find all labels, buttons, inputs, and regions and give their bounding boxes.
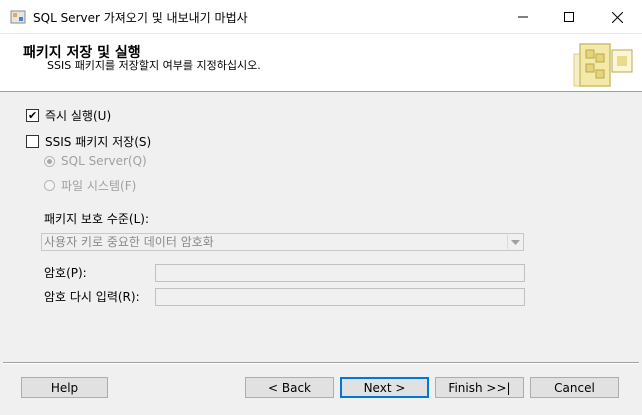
cancel-button[interactable]: Cancel — [530, 377, 619, 398]
minimize-icon — [518, 16, 528, 18]
window-title: SQL Server 가져오기 및 내보내기 마법사 — [33, 11, 248, 25]
password-confirm-label-text: 암호 다시 입력(R): — [44, 290, 140, 304]
password-label: 암호(P): — [44, 264, 87, 281]
title-bar: SQL Server 가져오기 및 내보내기 마법사 — [0, 0, 642, 34]
save-package-option[interactable]: SSIS 패키지 저장(S) — [26, 133, 151, 150]
run-now-option[interactable]: ✔ 즉시 실행(U) — [26, 107, 111, 124]
password-confirm-label: 암호 다시 입력(R): — [44, 288, 140, 305]
help-button[interactable]: Help — [21, 377, 108, 398]
dropdown-arrow-icon — [507, 235, 522, 249]
sql-server-option[interactable]: SQL Server(Q) — [44, 154, 147, 168]
protection-level-value: 사용자 키로 중요한 데이터 암호화 — [44, 235, 214, 249]
protection-level-text: 패키지 보호 수준(L): — [44, 212, 150, 226]
wizard-header: 패키지 저장 및 실행 SSIS 패키지를 저장할지 여부를 지정하십시오. — [0, 34, 642, 92]
protection-level-label: 패키지 보호 수준(L): — [44, 210, 149, 227]
protection-level-select[interactable]: 사용자 키로 중요한 데이터 암호화 — [41, 233, 524, 251]
footer-divider — [3, 362, 639, 364]
finish-button[interactable]: Finish >>| — [435, 377, 524, 398]
save-package-checkbox[interactable] — [26, 135, 39, 148]
run-now-label: 즉시 실행(U) — [45, 109, 112, 123]
password-label-text: 암호(P): — [44, 266, 87, 280]
password-field[interactable] — [155, 264, 525, 282]
maximize-button[interactable] — [546, 0, 592, 34]
sql-server-radio[interactable] — [44, 155, 55, 167]
back-button[interactable]: < Back — [245, 377, 334, 398]
radio-dot-icon — [47, 158, 52, 164]
run-now-checkbox[interactable]: ✔ — [26, 109, 39, 122]
checkmark-icon: ✔ — [28, 109, 38, 122]
wizard-graphic-icon — [573, 43, 633, 87]
page-subtitle: SSIS 패키지를 저장할지 여부를 지정하십시오. — [47, 59, 261, 72]
minimize-button[interactable] — [500, 0, 546, 34]
wizard-content: ✔ 즉시 실행(U) SSIS 패키지 저장(S) SQL Server(Q) … — [0, 92, 642, 362]
next-button[interactable]: Next > — [340, 377, 429, 398]
save-package-label: SSIS 패키지 저장(S) — [45, 135, 152, 149]
password-confirm-field[interactable] — [155, 288, 525, 306]
close-button[interactable] — [594, 0, 640, 34]
sql-server-label: SQL Server(Q) — [61, 154, 147, 168]
close-icon — [611, 11, 623, 23]
file-system-radio[interactable] — [44, 180, 55, 191]
file-system-option[interactable]: 파일 시스템(F) — [44, 177, 136, 194]
file-system-label: 파일 시스템(F) — [61, 179, 137, 193]
app-icon — [10, 9, 26, 25]
maximize-icon — [564, 12, 574, 22]
